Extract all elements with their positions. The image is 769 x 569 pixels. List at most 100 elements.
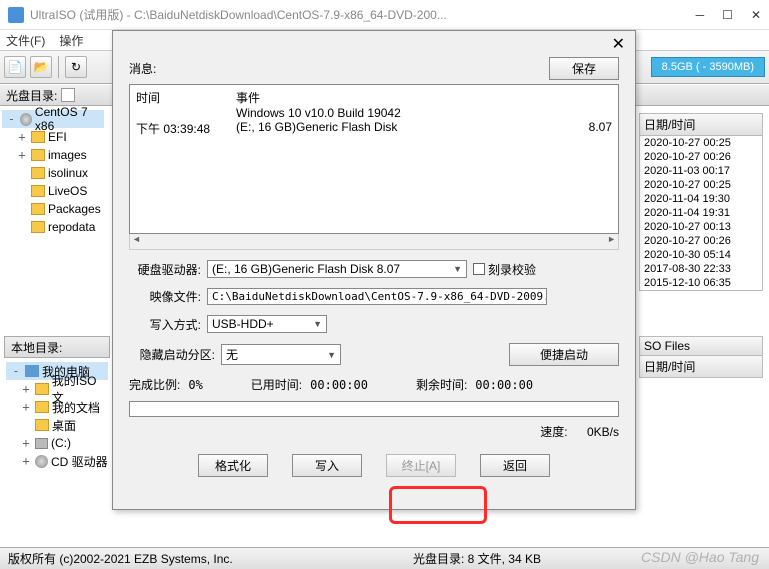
- tree-item[interactable]: repodata: [2, 218, 104, 236]
- list-item[interactable]: 2020-11-03 00:17: [640, 164, 762, 178]
- log-event: (E:, 16 GB)Generic Flash Disk: [236, 120, 562, 137]
- folder-icon: [35, 383, 49, 395]
- tree-item[interactable]: +CD 驱动器: [6, 452, 108, 470]
- tree-item[interactable]: Packages: [2, 200, 104, 218]
- date-column-header[interactable]: 日期/时间: [639, 113, 763, 136]
- abort-button: 终止[A]: [386, 454, 456, 477]
- menu-file[interactable]: 文件(F): [6, 32, 45, 49]
- date-column-header[interactable]: 日期/时间: [639, 355, 763, 378]
- panel-option-icon[interactable]: [61, 88, 75, 102]
- back-button[interactable]: 返回: [480, 454, 550, 477]
- list-item[interactable]: 2020-11-04 19:30: [640, 192, 762, 206]
- drive-select[interactable]: (E:, 16 GB)Generic Flash Disk 8.07 ▼: [207, 260, 467, 278]
- tree-item-label: 我的文档: [52, 399, 100, 416]
- chevron-down-icon: ▼: [327, 350, 336, 360]
- date-column: 日期/时间 2020-10-27 00:25 2020-10-27 00:26 …: [639, 113, 763, 291]
- drive-label: 硬盘驱动器:: [129, 261, 201, 278]
- list-item[interactable]: 2020-10-30 05:14: [640, 248, 762, 262]
- log-area: 时间 事件 Windows 10 v10.0 Build 19042 下午 03…: [129, 84, 619, 234]
- used-value: 00:00:00: [310, 378, 368, 392]
- maximize-button[interactable]: ☐: [722, 8, 733, 22]
- dialog-titlebar: ✕: [113, 31, 635, 57]
- size-indicator: 8.5GB ( - 3590MB): [651, 57, 765, 77]
- list-item[interactable]: 2020-10-27 00:26: [640, 150, 762, 164]
- window-title: UltraISO (试用版) - C:\BaiduNetdiskDownload…: [30, 6, 696, 23]
- tree-item-label: EFI: [48, 130, 67, 144]
- list-item[interactable]: 2017-08-30 22:33: [640, 262, 762, 276]
- drive-value: (E:, 16 GB)Generic Flash Disk 8.07: [212, 262, 400, 276]
- folder-icon: [31, 131, 45, 143]
- save-button[interactable]: 保存: [549, 57, 619, 80]
- tree-item-label: repodata: [48, 220, 95, 234]
- folder-icon: [31, 185, 45, 197]
- folder-icon: [31, 203, 45, 215]
- log-col-time: 时间: [136, 89, 236, 106]
- folder-icon: [31, 149, 45, 161]
- tree-item-label: Packages: [48, 202, 101, 216]
- close-button[interactable]: ✕: [751, 8, 761, 22]
- log-time: 下午 03:39:48: [136, 120, 236, 137]
- chevron-down-icon: ▼: [453, 264, 462, 274]
- minimize-button[interactable]: ─: [696, 8, 705, 22]
- remain-value: 00:00:00: [475, 378, 533, 392]
- done-value: 0%: [188, 378, 202, 392]
- log-event: Windows 10 v10.0 Build 19042: [236, 106, 612, 120]
- tree-item-label: images: [48, 148, 87, 162]
- image-label: 映像文件:: [129, 288, 201, 305]
- verify-label: 刻录校验: [488, 261, 536, 278]
- folder-icon: [31, 167, 45, 179]
- hide-partition-select[interactable]: 无 ▼: [221, 344, 341, 365]
- list-item[interactable]: 2020-10-27 00:13: [640, 220, 762, 234]
- copyright-text: 版权所有 (c)2002-2021 EZB Systems, Inc.: [8, 550, 233, 567]
- app-icon: [8, 7, 24, 23]
- list-item[interactable]: 2020-11-04 19:31: [640, 206, 762, 220]
- quick-boot-button[interactable]: 便捷启动: [509, 343, 619, 366]
- remain-label: 剩余时间:: [416, 376, 467, 393]
- tree-item[interactable]: +我的文档: [6, 398, 108, 416]
- list-item[interactable]: 2020-10-27 00:25: [640, 136, 762, 150]
- tree-item[interactable]: +我的ISO文: [6, 380, 108, 398]
- progress-bar: [129, 401, 619, 417]
- folder-icon: [35, 401, 49, 413]
- tree-item[interactable]: +images: [2, 146, 104, 164]
- done-label: 完成比例:: [129, 376, 180, 393]
- list-item[interactable]: 2020-10-27 00:26: [640, 234, 762, 248]
- hide-value: 无: [226, 346, 238, 363]
- tool-open-icon[interactable]: 📂: [30, 56, 52, 78]
- write-button[interactable]: 写入: [292, 454, 362, 477]
- tree-item-label: isolinux: [48, 166, 88, 180]
- verify-checkbox[interactable]: 刻录校验: [473, 261, 536, 278]
- disc-icon: [20, 113, 32, 126]
- annotation-highlight: [389, 486, 487, 524]
- tree-item[interactable]: LiveOS: [2, 182, 104, 200]
- tree-item[interactable]: 桌面: [6, 416, 108, 434]
- local-panel-header: 本地目录:: [4, 336, 110, 358]
- menu-ops[interactable]: 操作: [59, 32, 83, 49]
- list-item[interactable]: 2020-10-27 00:25: [640, 178, 762, 192]
- tree-root[interactable]: -CentOS 7 x86: [2, 110, 104, 128]
- tree-item[interactable]: isolinux: [2, 164, 104, 182]
- tree-item-label: CD 驱动器: [51, 453, 108, 470]
- local-tree: -我的电脑 +我的ISO文 +我的文档 桌面 +(C:) +CD 驱动器: [4, 358, 110, 474]
- local-panel-label: 本地目录:: [11, 339, 62, 356]
- log-val: 8.07: [562, 120, 612, 137]
- image-path-input[interactable]: C:\BaiduNetdiskDownload\CentOS-7.9-x86_6…: [207, 288, 547, 305]
- window-titlebar: UltraISO (试用版) - C:\BaiduNetdiskDownload…: [0, 0, 769, 30]
- list-item[interactable]: 2015-12-10 06:35: [640, 276, 762, 290]
- tool-new-icon[interactable]: 📄: [4, 56, 26, 78]
- format-button[interactable]: 格式化: [198, 454, 268, 477]
- disc-icon: [35, 455, 48, 468]
- hide-label: 隐藏启动分区:: [129, 346, 215, 363]
- message-label: 消息:: [129, 60, 156, 77]
- write-method-select[interactable]: USB-HDD+ ▼: [207, 315, 327, 333]
- write-disk-dialog: ✕ 消息: 保存 时间 事件 Windows 10 v10.0 Build 19…: [112, 30, 636, 510]
- tree-root-label: CentOS 7 x86: [35, 105, 104, 133]
- tree-item[interactable]: +(C:): [6, 434, 108, 452]
- dialog-close-button[interactable]: ✕: [612, 34, 625, 54]
- date-list: 2020-10-27 00:25 2020-10-27 00:26 2020-1…: [639, 136, 763, 291]
- tree-item-label: (C:): [51, 436, 71, 450]
- log-scrollbar[interactable]: [129, 234, 619, 250]
- local-panel: 本地目录: -我的电脑 +我的ISO文 +我的文档 桌面 +(C:) +CD 驱…: [4, 336, 110, 474]
- tool-refresh-icon[interactable]: ↻: [65, 56, 87, 78]
- tree-item-label: LiveOS: [48, 184, 87, 198]
